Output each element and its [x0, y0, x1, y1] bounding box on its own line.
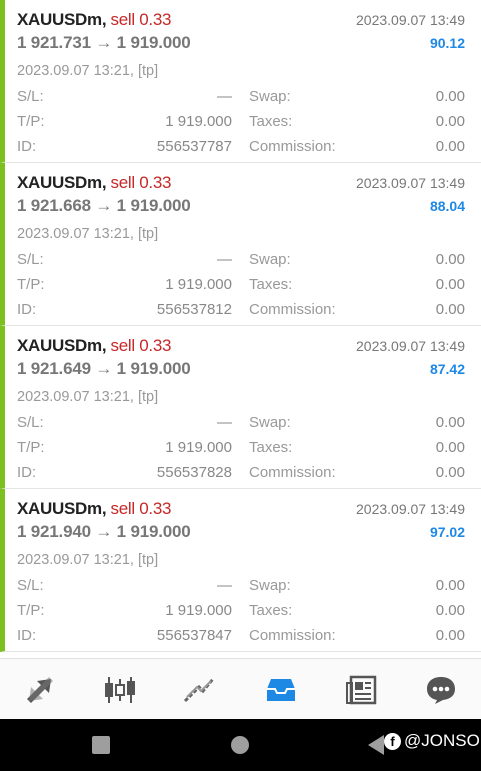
- trade-side: sell 0.33: [110, 499, 172, 518]
- taxes-value: 0.00: [435, 113, 465, 130]
- trade-side: sell 0.33: [110, 336, 172, 355]
- close-time: 2023.09.07 13:49: [356, 175, 465, 191]
- history-icon[interactable]: [259, 668, 303, 712]
- sl-value: —: [217, 577, 232, 594]
- sl-value: —: [217, 88, 232, 105]
- commission-value: 0.00: [435, 138, 465, 155]
- trade-symbol: XAUUSDm: [17, 10, 102, 29]
- profit-value: 87.42: [429, 361, 465, 377]
- tp-value: 1 919.000: [165, 113, 232, 130]
- trade-item[interactable]: XAUUSDm, sell 0.33 2023.09.07 13:49 1 921.6…: [0, 163, 481, 326]
- chat-icon[interactable]: [419, 668, 463, 712]
- watermark-text: @JONSO: [404, 731, 480, 750]
- trade-history-list: XAUUSDm, sell 0.33 2023.09.07 13:49 1 921.7…: [0, 0, 481, 658]
- id-label: ID:: [17, 138, 37, 155]
- sl-label: S/L:: [17, 251, 44, 268]
- id-value: 556537828: [156, 464, 232, 481]
- open-info: 2023.09.07 13:21, [tp]: [17, 226, 159, 242]
- trade-item[interactable]: XAUUSDm, sell 0.33 2023.09.07 13:49 1 921.7…: [0, 0, 481, 163]
- commission-value: 0.00: [435, 627, 465, 644]
- sl-label: S/L:: [17, 88, 44, 105]
- chart-icon[interactable]: [98, 668, 142, 712]
- profit-value: 90.12: [429, 35, 465, 51]
- facebook-icon: f: [384, 732, 401, 750]
- profit-value: 97.02: [429, 524, 465, 540]
- commission-label: Commission:: [249, 301, 336, 318]
- commission-value: 0.00: [435, 464, 465, 481]
- taxes-label: Taxes:: [249, 439, 293, 456]
- recents-button[interactable]: [92, 736, 110, 754]
- trade-icon[interactable]: [178, 668, 222, 712]
- taxes-label: Taxes:: [249, 113, 293, 130]
- tp-label: T/P:: [17, 439, 45, 456]
- taxes-label: Taxes:: [249, 276, 293, 293]
- id-label: ID:: [17, 464, 37, 481]
- taxes-value: 0.00: [435, 602, 465, 619]
- tp-value: 1 919.000: [165, 439, 232, 456]
- id-label: ID:: [17, 301, 37, 318]
- id-value: 556537787: [156, 138, 232, 155]
- sl-value: —: [217, 251, 232, 268]
- close-time: 2023.09.07 13:49: [356, 12, 465, 28]
- taxes-value: 0.00: [435, 276, 465, 293]
- swap-label: Swap:: [249, 414, 291, 431]
- tp-label: T/P:: [17, 113, 45, 130]
- close-time: 2023.09.07 13:49: [356, 501, 465, 517]
- price-range: 1 921.940 → 1 919.000: [17, 522, 191, 541]
- tp-label: T/P:: [17, 276, 45, 293]
- swap-value: 0.00: [435, 577, 465, 594]
- swap-label: Swap:: [249, 88, 291, 105]
- swap-label: Swap:: [249, 251, 291, 268]
- swap-value: 0.00: [435, 414, 465, 431]
- bottom-toolbar: [0, 658, 481, 720]
- tp-value: 1 919.000: [165, 276, 232, 293]
- taxes-value: 0.00: [435, 439, 465, 456]
- tp-value: 1 919.000: [165, 602, 232, 619]
- price-range: 1 921.731 → 1 919.000: [17, 33, 191, 52]
- news-icon[interactable]: [339, 668, 383, 712]
- profit-value: 88.04: [429, 198, 465, 214]
- trade-symbol: XAUUSDm: [17, 499, 102, 518]
- sl-label: S/L:: [17, 414, 44, 431]
- price-range: 1 921.668 → 1 919.000: [17, 196, 191, 215]
- price-range: 1 921.649 → 1 919.000: [17, 359, 191, 378]
- swap-label: Swap:: [249, 577, 291, 594]
- open-info: 2023.09.07 13:21, [tp]: [17, 389, 159, 405]
- trade-item[interactable]: XAUUSDm, sell 0.33 2023.09.07 13:49 1 921.6…: [0, 326, 481, 489]
- open-info: 2023.09.07 13:21, [tp]: [17, 552, 159, 568]
- swap-value: 0.00: [435, 251, 465, 268]
- back-button[interactable]: [368, 735, 384, 755]
- id-value: 556537812: [156, 301, 232, 318]
- trade-symbol: XAUUSDm: [17, 336, 102, 355]
- watermark: f @JONSO: [384, 731, 480, 751]
- trade-item[interactable]: XAUUSDm, sell 0.33 2023.09.07 13:49 1 921.9…: [0, 489, 481, 652]
- sl-value: —: [217, 414, 232, 431]
- commission-value: 0.00: [435, 301, 465, 318]
- home-button[interactable]: [231, 736, 249, 754]
- commission-label: Commission:: [249, 627, 336, 644]
- trade-side: sell 0.33: [110, 10, 172, 29]
- system-nav-bar: f @JONSO: [0, 719, 481, 771]
- sl-label: S/L:: [17, 577, 44, 594]
- close-time: 2023.09.07 13:49: [356, 338, 465, 354]
- taxes-label: Taxes:: [249, 602, 293, 619]
- id-label: ID:: [17, 627, 37, 644]
- trade-side: sell 0.33: [110, 173, 172, 192]
- quotes-icon[interactable]: [18, 668, 62, 712]
- trade-symbol: XAUUSDm: [17, 173, 102, 192]
- commission-label: Commission:: [249, 138, 336, 155]
- id-value: 556537847: [156, 627, 232, 644]
- open-info: 2023.09.07 13:21, [tp]: [17, 63, 159, 79]
- swap-value: 0.00: [435, 88, 465, 105]
- tp-label: T/P:: [17, 602, 45, 619]
- commission-label: Commission:: [249, 464, 336, 481]
